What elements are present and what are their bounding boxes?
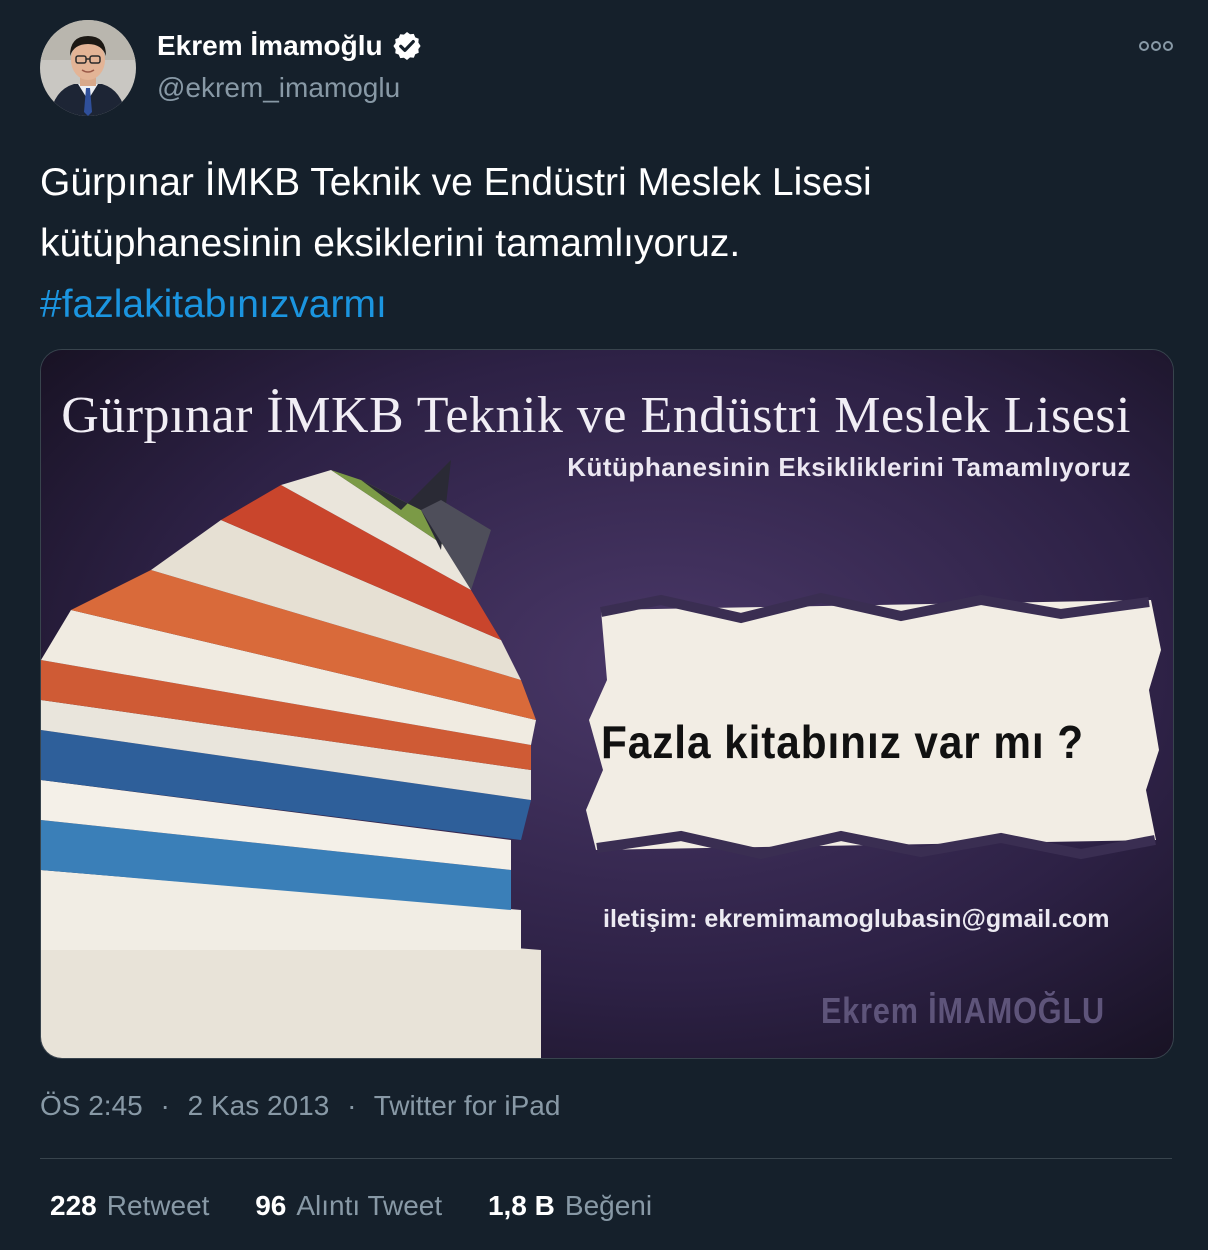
quote-tweet-count[interactable]: 96 Alıntı Tweet: [255, 1190, 442, 1222]
media-subtitle: Kütüphanesinin Eksikliklerini Tamamlıyor…: [567, 452, 1131, 482]
hashtag-link[interactable]: #fazlakitabınızvarmı: [40, 283, 387, 326]
avatar-image: [40, 20, 136, 116]
quote-tweet-count-value: 96: [255, 1190, 287, 1221]
author-display-name[interactable]: Ekrem İmamoğlu: [157, 30, 383, 62]
verified-badge-icon: [391, 30, 423, 62]
media-title: Gürpınar İMKB Teknik ve Endüstri Meslek …: [61, 387, 1131, 444]
tweet-text: Gürpınar İMKB Teknik ve Endüstri Meslek …: [40, 152, 1170, 335]
quote-tweet-count-label: Alıntı Tweet: [296, 1190, 443, 1221]
meta-separator: ·: [160, 1090, 170, 1121]
author-handle[interactable]: @ekrem_imamoglu: [157, 72, 400, 104]
tweet-time[interactable]: ÖS 2:45: [40, 1090, 143, 1121]
divider: [40, 1158, 1172, 1159]
retweet-count-label: Retweet: [106, 1190, 210, 1221]
author-name-row: Ekrem İmamoğlu: [157, 30, 423, 62]
avatar[interactable]: [40, 20, 136, 116]
tweet-text-line-2: kütüphanesinin eksiklerini tamamlıyoruz.: [40, 222, 741, 265]
more-options-icon: [1139, 41, 1173, 51]
like-count-value: 1,8 B: [487, 1190, 555, 1221]
tweet-text-line-1: Gürpınar İMKB Teknik ve Endüstri Meslek …: [40, 161, 872, 204]
like-count-label: Beğeni: [564, 1190, 653, 1221]
media-contact: iletişim: ekremimamoglubasin@gmail.com: [603, 905, 1110, 933]
tweet-date[interactable]: 2 Kas 2013: [188, 1090, 330, 1121]
media-signature: Ekrem İMAMOĞLU: [821, 990, 1105, 1031]
retweet-count-value: 228: [50, 1190, 97, 1221]
retweet-count[interactable]: 228 Retweet: [50, 1190, 209, 1222]
meta-separator: ·: [347, 1090, 357, 1121]
tweet-source[interactable]: Twitter for iPad: [374, 1090, 561, 1121]
tweet-media-image[interactable]: Gürpınar İMKB Teknik ve Endüstri Meslek …: [40, 349, 1174, 1059]
tweet-meta: ÖS 2:45 · 2 Kas 2013 · Twitter for iPad: [40, 1090, 560, 1122]
like-count[interactable]: 1,8 B Beğeni: [488, 1190, 652, 1222]
media-question: Fazla kitabınız var mı ?: [601, 716, 1085, 768]
more-options-button[interactable]: [1130, 30, 1182, 62]
tweet-stats: 228 Retweet 96 Alıntı Tweet 1,8 B Beğeni: [50, 1190, 690, 1222]
